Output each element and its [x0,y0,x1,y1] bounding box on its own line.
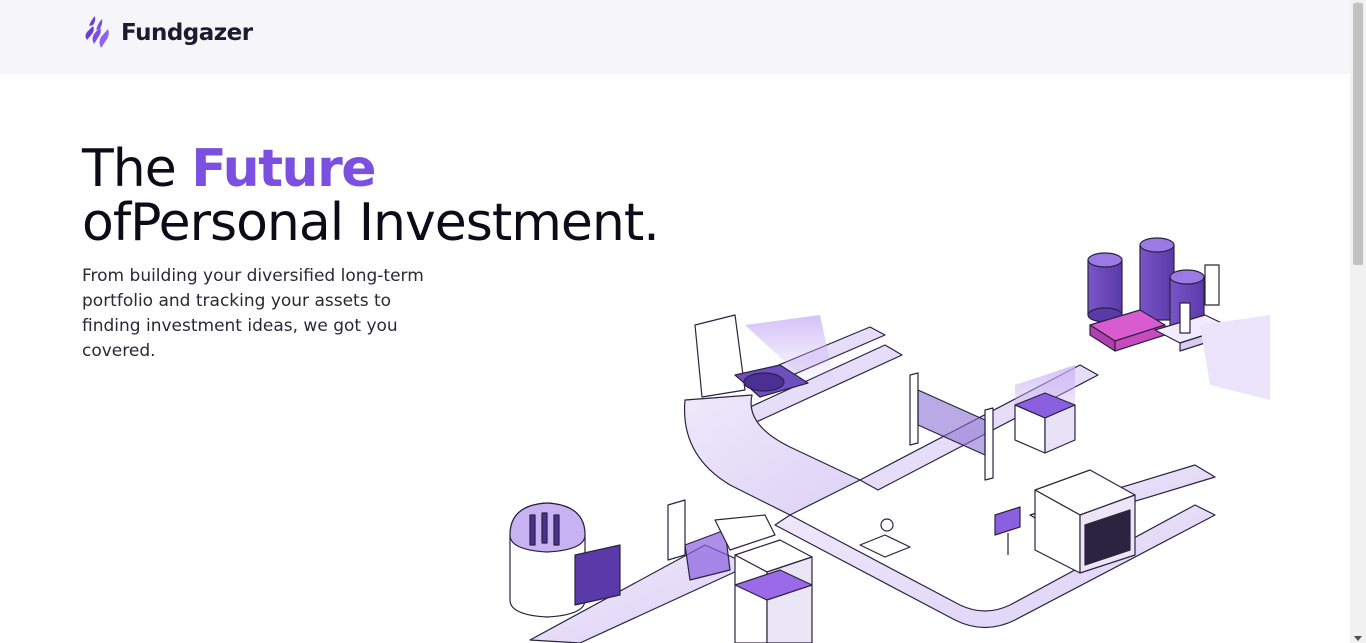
brand-logo[interactable]: Fundgazer [83,14,253,52]
scroll-down-arrow-icon[interactable] [1354,636,1362,641]
scrollbar-thumb[interactable] [1353,3,1363,265]
isometric-investment-factory-illustration [509,237,1270,643]
page-scrollbar[interactable] [1350,0,1366,643]
top-navbar: Fundgazer [0,0,1350,74]
fundgazer-logo-icon [85,16,109,48]
brand-name: Fundgazer [121,20,253,46]
hero-subtitle: From building your diversified long-term… [82,266,424,361]
hero-title-prefix: The [82,139,192,199]
hero-title-accent: Future [191,139,376,199]
